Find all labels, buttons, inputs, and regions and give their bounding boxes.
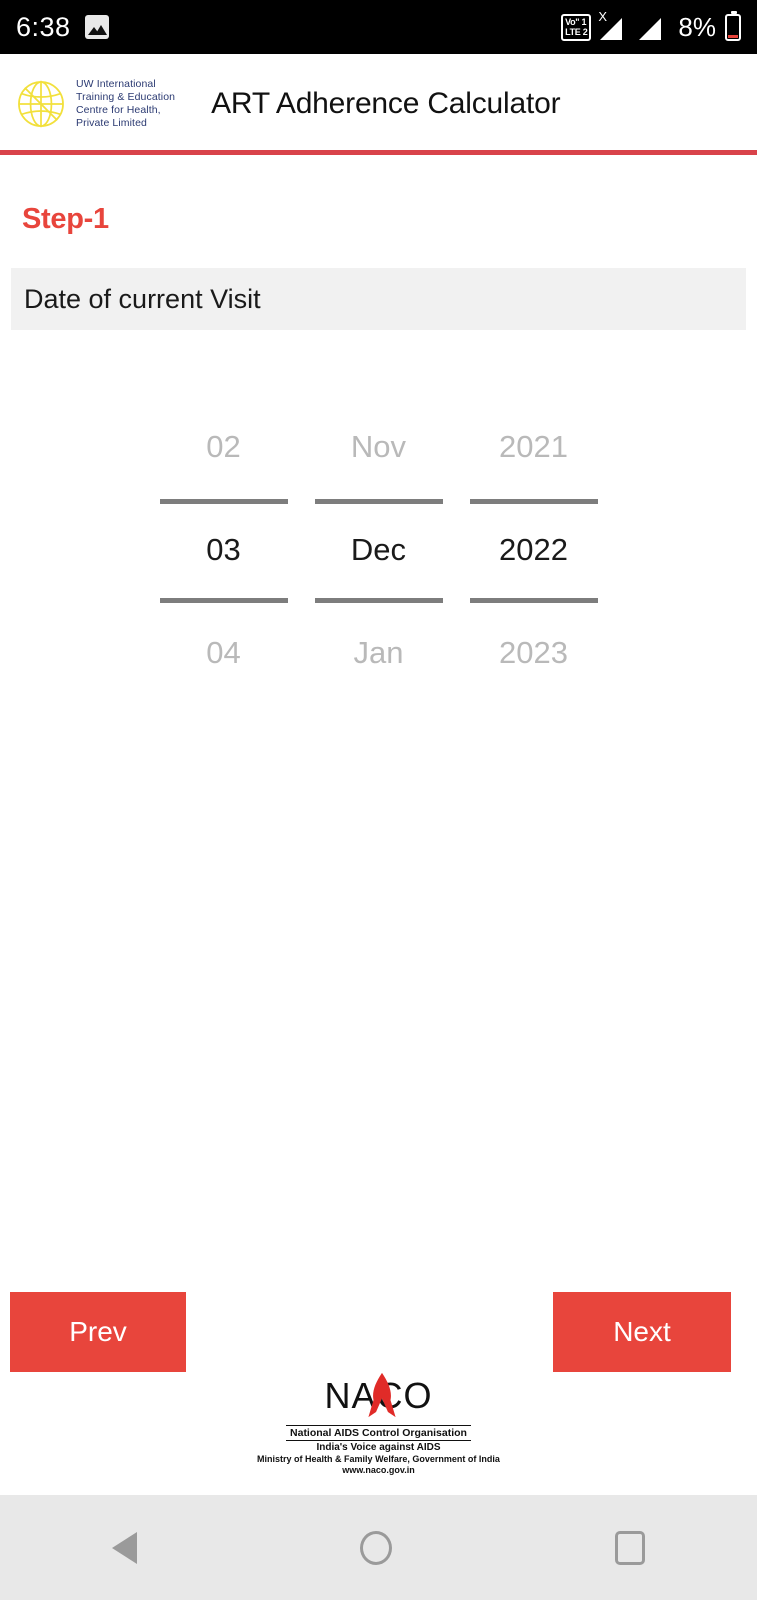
day-selection-divider-top xyxy=(160,499,288,504)
field-label: Date of current Visit xyxy=(24,283,261,314)
app-screen: 6:38 Vo" 1 LTE 2 X 8% UW International T… xyxy=(0,0,757,1600)
year-option-next[interactable]: 2023 xyxy=(456,602,611,705)
battery-icon xyxy=(725,10,741,41)
app-header: UW International Training & Education Ce… xyxy=(0,54,757,153)
signal-x-marker: X xyxy=(598,9,608,24)
naco-line-2: India's Voice against AIDS xyxy=(316,1442,441,1453)
page-title: ART Adherence Calculator xyxy=(211,86,561,120)
back-icon[interactable] xyxy=(111,1531,137,1564)
naco-footer: NACO National AIDS Control Organisation … xyxy=(0,1372,757,1475)
org-logo-text: UW International Training & Education Ce… xyxy=(76,78,175,130)
globe-icon xyxy=(18,80,64,127)
status-bar: 6:38 Vo" 1 LTE 2 X 8% xyxy=(0,0,757,54)
battery-percent-label: 8% xyxy=(678,11,716,42)
home-icon[interactable] xyxy=(359,1530,392,1565)
volte-line-1: Vo" 1 xyxy=(565,16,587,27)
month-option-prev[interactable]: Nov xyxy=(301,395,456,498)
naco-line-3: Ministry of Health & Family Welfare, Gov… xyxy=(257,1454,500,1464)
prev-button[interactable]: Prev xyxy=(10,1292,186,1372)
signal-sim2-icon xyxy=(639,14,669,40)
year-selection-divider-bottom xyxy=(470,598,598,603)
status-clock: 6:38 xyxy=(16,11,71,42)
signal-sim1-icon: X xyxy=(598,10,630,40)
date-picker-day-column[interactable]: 02 03 04 xyxy=(146,395,301,705)
naco-logo: NACO xyxy=(289,1372,469,1420)
month-selection-divider-top xyxy=(315,499,443,504)
month-option-selected[interactable]: Dec xyxy=(301,498,456,601)
day-option-selected[interactable]: 03 xyxy=(146,498,301,601)
status-bar-right: Vo" 1 LTE 2 X 8% xyxy=(561,10,741,43)
org-logo: UW International Training & Education Ce… xyxy=(0,75,175,133)
naco-line-4: www.naco.gov.in xyxy=(342,1465,415,1475)
recents-icon[interactable] xyxy=(615,1530,646,1565)
year-option-selected[interactable]: 2022 xyxy=(456,498,611,601)
day-selection-divider-bottom xyxy=(160,598,288,603)
field-header-bar: Date of current Visit xyxy=(11,268,746,330)
volte-icon: Vo" 1 LTE 2 xyxy=(561,13,592,41)
day-option-next[interactable]: 04 xyxy=(146,602,301,705)
naco-text-block: National AIDS Control Organisation India… xyxy=(257,1423,500,1475)
volte-line-2: LTE 2 xyxy=(565,26,588,37)
status-bar-left: 6:38 xyxy=(16,12,109,43)
org-logo-line-3: Centre for Health, xyxy=(76,103,161,116)
month-selection-divider-bottom xyxy=(315,598,443,603)
android-nav-bar xyxy=(0,1495,757,1600)
aids-ribbon-icon xyxy=(367,1372,396,1418)
date-picker[interactable]: 02 03 04 Nov Dec Jan 2021 2022 2023 xyxy=(0,395,757,705)
org-logo-line-1: UW International xyxy=(76,77,156,90)
day-option-prev[interactable]: 02 xyxy=(146,395,301,498)
header-divider xyxy=(0,150,757,155)
naco-line-1: National AIDS Control Organisation xyxy=(286,1425,471,1441)
gallery-icon xyxy=(84,15,109,39)
org-logo-line-2: Training & Education xyxy=(76,90,176,103)
date-picker-year-column[interactable]: 2021 2022 2023 xyxy=(456,395,611,705)
date-picker-month-column[interactable]: Nov Dec Jan xyxy=(301,395,456,705)
org-logo-line-4: Private Limited xyxy=(76,116,147,129)
step-label: Step-1 xyxy=(22,203,109,235)
year-selection-divider-top xyxy=(470,499,598,504)
year-option-prev[interactable]: 2021 xyxy=(456,395,611,498)
month-option-next[interactable]: Jan xyxy=(301,602,456,705)
next-button[interactable]: Next xyxy=(553,1292,731,1372)
